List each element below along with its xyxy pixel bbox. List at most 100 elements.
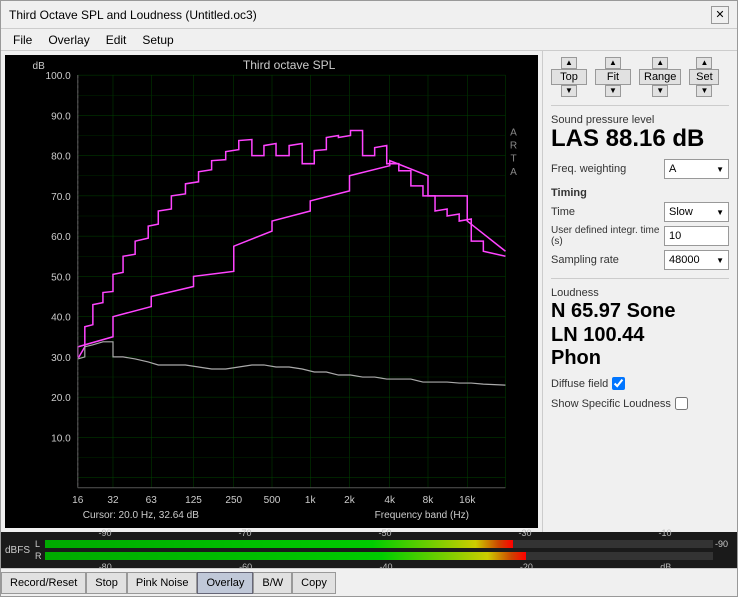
menu-setup[interactable]: Setup	[134, 31, 181, 49]
sampling-row: Sampling rate 48000 ▼	[551, 250, 729, 270]
time-dropdown[interactable]: Slow ▼	[664, 202, 729, 222]
fit-down-button[interactable]: ▼	[605, 85, 621, 97]
bottom-area: dBFS -90 -70 -50 -30 -10 L -90	[1, 532, 737, 596]
loudness-label: Loudness	[551, 287, 729, 299]
svg-text:30.0: 30.0	[51, 353, 71, 364]
timing-label: Timing	[551, 187, 729, 199]
n-value: N 65.97 Sone	[551, 299, 729, 323]
svg-text:70.0: 70.0	[51, 192, 71, 203]
window-title: Third Octave SPL and Loudness (Untitled.…	[9, 8, 257, 22]
set-down-button[interactable]: ▼	[696, 85, 712, 97]
top-up-button[interactable]: ▲	[561, 57, 577, 69]
l-bar-bg	[45, 540, 713, 548]
svg-text:T: T	[510, 154, 516, 165]
svg-text:20.0: 20.0	[51, 393, 71, 404]
r-bar-row: R	[35, 551, 735, 561]
l-bar-fill	[45, 540, 513, 548]
scale-minus10: -10	[658, 528, 671, 538]
svg-text:90.0: 90.0	[51, 111, 71, 122]
set-button[interactable]: Set	[689, 69, 719, 85]
range-up-button[interactable]: ▲	[652, 57, 668, 69]
time-arrow: ▼	[716, 208, 724, 217]
svg-text:50.0: 50.0	[51, 272, 71, 283]
overlay-button[interactable]: Overlay	[197, 572, 253, 594]
scale-minus90: -90	[98, 528, 111, 538]
l-db-end: -90	[715, 539, 735, 549]
bw-button[interactable]: B/W	[253, 572, 292, 594]
svg-text:80.0: 80.0	[51, 152, 71, 163]
meter-bars: L -90 R	[33, 538, 737, 562]
svg-text:A: A	[510, 128, 517, 139]
svg-text:40.0: 40.0	[51, 313, 71, 324]
top-down-button[interactable]: ▼	[561, 85, 577, 97]
top-controls: ▲ Top ▼ ▲ Fit ▼ ▲ Range ▼ ▲ Set ▼	[551, 57, 729, 97]
menu-file[interactable]: File	[5, 31, 40, 49]
show-specific-label: Show Specific Loudness	[551, 398, 671, 410]
svg-text:dB: dB	[32, 61, 45, 72]
svg-text:250: 250	[225, 495, 242, 506]
bottom-buttons: Record/Reset Stop Pink Noise Overlay B/W…	[1, 568, 737, 596]
range-down-button[interactable]: ▼	[652, 85, 668, 97]
user-defined-row: User defined integr. time (s)	[551, 225, 729, 247]
meter-content: -90 -70 -50 -30 -10 L -90 R	[33, 532, 737, 568]
svg-text:Third octave SPL: Third octave SPL	[243, 58, 336, 72]
record-reset-button[interactable]: Record/Reset	[1, 572, 86, 594]
top-button[interactable]: Top	[551, 69, 587, 85]
svg-text:32: 32	[107, 495, 119, 506]
stop-button[interactable]: Stop	[86, 572, 127, 594]
set-up-button[interactable]: ▲	[696, 57, 712, 69]
diffuse-field-row: Diffuse field	[551, 377, 729, 390]
freq-weighting-arrow: ▼	[716, 165, 724, 174]
svg-text:4k: 4k	[384, 495, 396, 506]
svg-text:500: 500	[264, 495, 281, 506]
menu-edit[interactable]: Edit	[98, 31, 135, 49]
sampling-label: Sampling rate	[551, 254, 664, 266]
r-bar-fill	[45, 552, 526, 560]
svg-text:10.0: 10.0	[51, 433, 71, 444]
timing-section: Timing Time Slow ▼ User defined integr. …	[551, 187, 729, 270]
range-spinner-group: ▲ Range ▼	[639, 57, 681, 97]
scale-minus70: -70	[238, 528, 251, 538]
dbfs-label: dBFS	[1, 532, 33, 568]
show-specific-checkbox[interactable]	[675, 397, 688, 410]
svg-text:60.0: 60.0	[51, 232, 71, 243]
diffuse-field-checkbox[interactable]	[612, 377, 625, 390]
copy-button[interactable]: Copy	[292, 572, 336, 594]
svg-text:63: 63	[146, 495, 158, 506]
freq-weighting-dropdown[interactable]: A ▼	[664, 159, 729, 179]
spl-value: LAS 88.16 dB	[551, 126, 729, 152]
fit-button[interactable]: Fit	[595, 69, 631, 85]
title-bar: Third Octave SPL and Loudness (Untitled.…	[1, 1, 737, 29]
freq-weighting-row: Freq. weighting A ▼	[551, 159, 729, 179]
user-defined-input[interactable]	[664, 226, 729, 246]
ln-value: LN 100.44	[551, 323, 729, 347]
r-bar-bg	[45, 552, 713, 560]
time-label: Time	[551, 206, 664, 218]
level-meter: dBFS -90 -70 -50 -30 -10 L -90	[1, 532, 737, 568]
chart-svg: 100.0 90.0 80.0 70.0 60.0 50.0 40.0 30.0…	[5, 55, 538, 528]
menu-overlay[interactable]: Overlay	[40, 31, 97, 49]
phon-label: Phon	[551, 347, 729, 370]
scale-minus30: -30	[518, 528, 531, 538]
svg-text:1k: 1k	[305, 495, 317, 506]
close-button[interactable]: ✕	[711, 6, 729, 24]
fit-up-button[interactable]: ▲	[605, 57, 621, 69]
pink-noise-button[interactable]: Pink Noise	[127, 572, 198, 594]
svg-text:Frequency band (Hz): Frequency band (Hz)	[375, 510, 469, 521]
svg-text:8k: 8k	[423, 495, 435, 506]
top-spinner-group: ▲ Top ▼	[551, 57, 587, 97]
svg-text:16k: 16k	[459, 495, 476, 506]
svg-text:125: 125	[185, 495, 202, 506]
time-row: Time Slow ▼	[551, 202, 729, 222]
scale-minus50: -50	[378, 528, 391, 538]
menu-bar: File Overlay Edit Setup	[1, 29, 737, 51]
sampling-dropdown[interactable]: 48000 ▼	[664, 250, 729, 270]
l-bar-row: L -90	[35, 539, 735, 549]
l-label: L	[35, 539, 43, 549]
freq-weighting-label: Freq. weighting	[551, 163, 664, 175]
chart-area: 100.0 90.0 80.0 70.0 60.0 50.0 40.0 30.0…	[5, 55, 538, 528]
loudness-section: Loudness N 65.97 Sone LN 100.44 Phon	[551, 278, 729, 370]
spl-section: Sound pressure level LAS 88.16 dB	[551, 105, 729, 152]
range-label: Range	[639, 69, 681, 85]
svg-text:A: A	[510, 167, 517, 178]
